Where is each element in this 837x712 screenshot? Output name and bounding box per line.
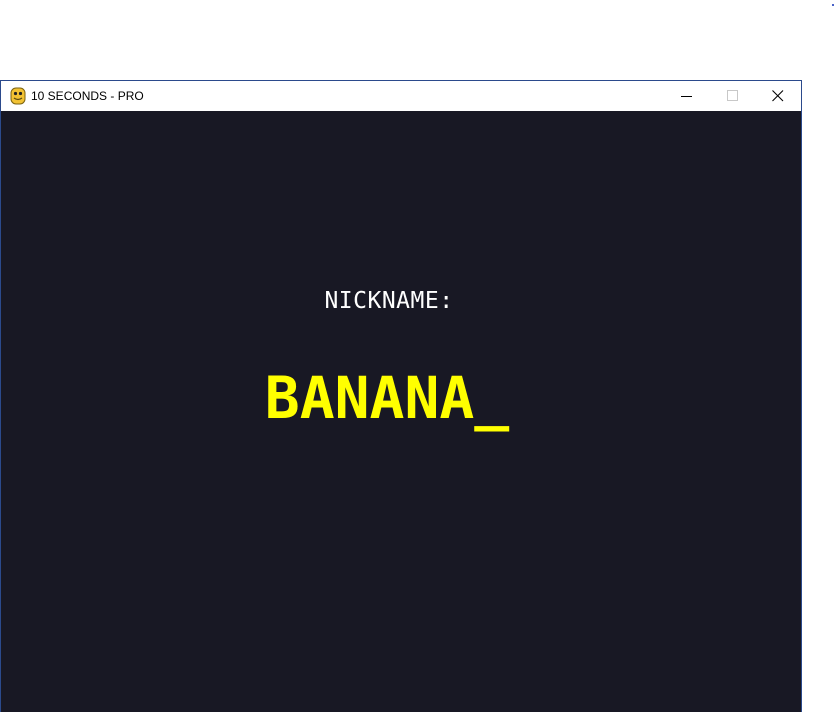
desktop: 10 SECONDS - PRO NICKNAME: BANANA_ xyxy=(0,0,837,712)
game-window: 10 SECONDS - PRO NICKNAME: BANANA_ xyxy=(0,80,802,712)
close-icon xyxy=(772,90,784,102)
nickname-text: BANANA xyxy=(264,364,475,432)
text-cursor: _ xyxy=(474,364,510,432)
game-canvas[interactable]: NICKNAME: BANANA_ xyxy=(1,111,801,712)
python-snake-icon xyxy=(10,87,26,105)
minimize-button[interactable] xyxy=(664,81,710,111)
maximize-icon xyxy=(727,90,738,101)
window-title: 10 SECONDS - PRO xyxy=(31,89,144,103)
nickname-input[interactable]: BANANA_ xyxy=(1,364,773,432)
close-button[interactable] xyxy=(755,81,801,111)
nickname-label: NICKNAME: xyxy=(324,288,454,314)
desktop-mark xyxy=(832,4,834,6)
title-bar[interactable]: 10 SECONDS - PRO xyxy=(1,81,801,111)
maximize-button[interactable] xyxy=(710,81,756,111)
minimize-icon xyxy=(681,96,692,97)
